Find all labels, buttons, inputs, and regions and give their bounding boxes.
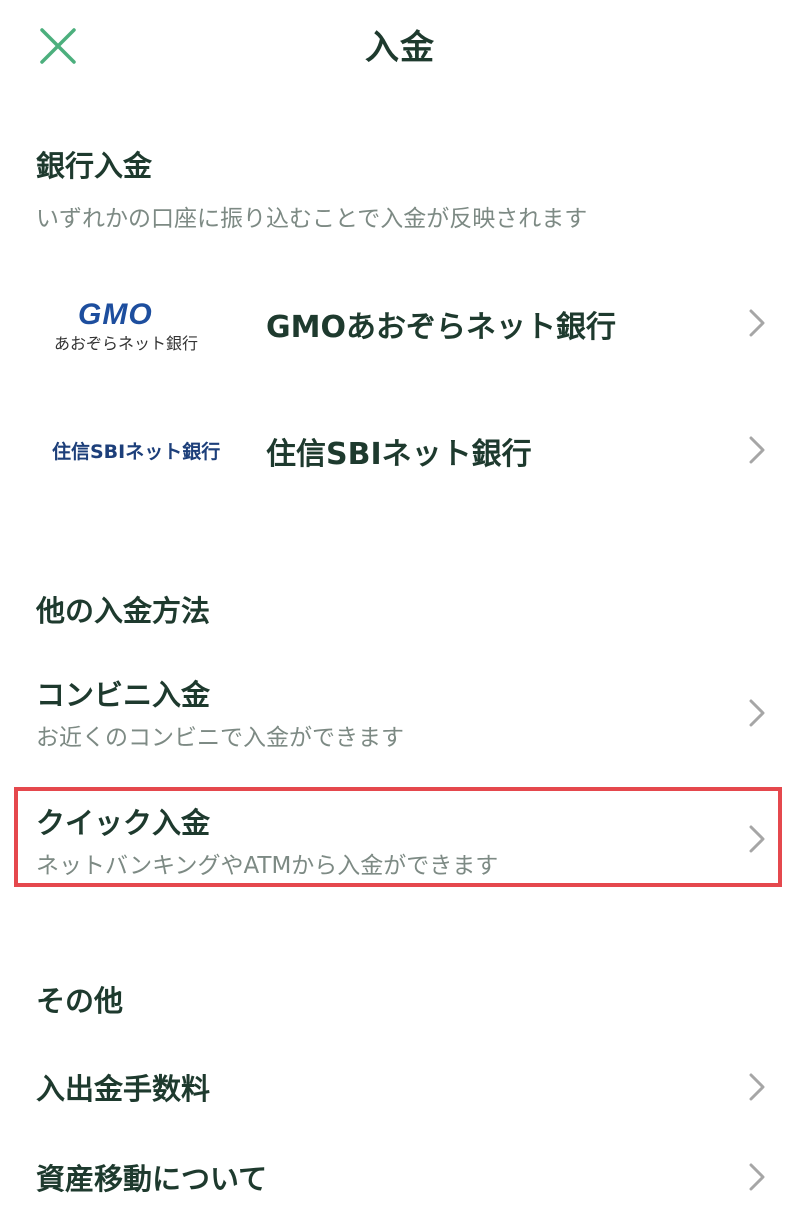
gmo-bank-logo: GMO あおぞらネット銀行: [52, 298, 212, 353]
item-title: 資産移動について: [36, 1162, 268, 1196]
sbi-bank-logo: 住信SBIネット銀行: [52, 437, 220, 467]
page-title: 入金: [365, 28, 435, 68]
misc-section-title: その他: [36, 984, 124, 1018]
sbi-logo-text: 住信SBIネット銀行: [52, 441, 221, 463]
highlight-frame: [14, 787, 782, 887]
convenience-store-deposit-row[interactable]: コンビニ入金 お近くのコンビニで入金ができます: [0, 660, 800, 770]
chevron-right-icon: [748, 1072, 766, 1102]
other-section-title: 他の入金方法: [36, 594, 211, 628]
bank-section-title: 銀行入金: [36, 149, 153, 183]
bank-row-sbi[interactable]: 住信SBIネット銀行 住信SBIネット銀行: [0, 395, 800, 505]
item-title: コンビニ入金: [36, 678, 211, 712]
chevron-right-icon: [748, 435, 766, 465]
chevron-right-icon: [748, 698, 766, 728]
bank-name: GMOあおぞらネット銀行: [266, 310, 616, 345]
item-title: 入出金手数料: [36, 1072, 211, 1106]
chevron-right-icon: [748, 308, 766, 338]
gmo-logo-text: GMO: [78, 298, 153, 331]
asset-transfer-row[interactable]: 資産移動について: [0, 1140, 800, 1215]
fees-row[interactable]: 入出金手数料: [0, 1050, 800, 1125]
item-description: お近くのコンビニで入金ができます: [36, 725, 404, 751]
bank-section-description: いずれかの口座に振り込むことで入金が反映されます: [36, 206, 588, 232]
chevron-right-icon: [748, 1162, 766, 1192]
gmo-logo-subtext: あおぞらネット銀行: [54, 334, 199, 353]
bank-row-gmo[interactable]: GMO あおぞらネット銀行 GMOあおぞらネット銀行: [0, 270, 800, 380]
bank-name: 住信SBIネット銀行: [266, 437, 532, 472]
header: 入金: [0, 0, 800, 90]
